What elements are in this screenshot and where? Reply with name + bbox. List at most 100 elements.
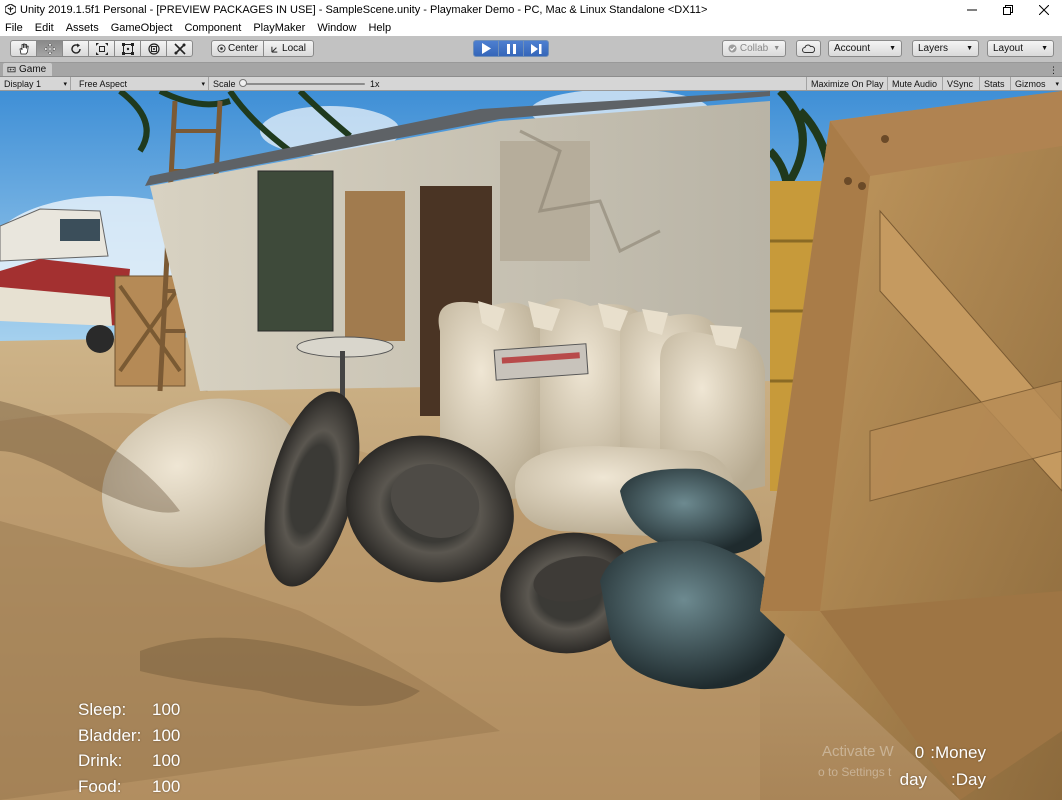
account-dropdown[interactable]: Account ▼ <box>828 40 902 57</box>
menu-help[interactable]: Help <box>362 22 397 34</box>
account-group: Account ▼ <box>828 40 902 57</box>
tab-menu-icon[interactable]: ⋮ <box>1049 65 1058 76</box>
hud-stat-value: 100 <box>152 751 181 770</box>
pivot-toggles: Center Local <box>211 40 314 57</box>
hud-day: day :Day <box>900 766 986 793</box>
account-label: Account <box>834 43 871 54</box>
game-view-icon <box>7 66 16 72</box>
hud-stat-label: Sleep: <box>78 700 127 719</box>
hud-economy-panel: 0 :Money day :Day <box>900 739 986 793</box>
display-dropdown[interactable]: Display 1 ▾ <box>0 77 71 90</box>
play-icon[interactable] <box>473 40 499 57</box>
local-space-icon <box>271 46 278 53</box>
move-tool-icon[interactable] <box>36 40 63 57</box>
hud-stat-value: 100 <box>152 700 181 719</box>
checkmark-icon <box>728 44 737 53</box>
menu-window[interactable]: Window <box>311 22 362 34</box>
hud-stat-sleep: Sleep: 100 <box>78 697 180 723</box>
tab-game-label: Game <box>19 64 47 75</box>
chevron-down-icon: ▼ <box>889 45 896 52</box>
minimize-icon[interactable] <box>954 0 990 19</box>
aspect-label: Free Aspect <box>79 78 128 89</box>
game-viewport[interactable]: Sleep: 100 Bladder: 100 Drink: 100 Food:… <box>0 91 1062 800</box>
transform-tools <box>10 40 193 57</box>
menu-gameobject[interactable]: GameObject <box>105 22 179 34</box>
pivot-space-button[interactable]: Local <box>263 40 314 57</box>
center-pivot-icon <box>217 44 226 53</box>
menu-playmaker[interactable]: PlayMaker <box>247 22 311 34</box>
scale-tool-icon[interactable] <box>88 40 115 57</box>
main-toolbar: Center Local Collab ▼ Account ▼ Layers ▼… <box>0 36 1062 63</box>
money-value: 0 <box>914 743 925 762</box>
stats-toggle[interactable]: Stats <box>980 77 1011 90</box>
game-scene <box>0 91 1062 800</box>
hand-tool-icon[interactable] <box>10 40 37 57</box>
scale-label: Scale <box>213 78 236 89</box>
layers-dropdown[interactable]: Layers ▼ <box>912 40 979 57</box>
hud-stat-drink: Drink: 100 <box>78 748 180 774</box>
hud-stat-label: Bladder: <box>78 725 142 745</box>
scale-slider-track[interactable] <box>241 83 365 85</box>
window-title: Unity 2019.1.5f1 Personal - [PREVIEW PAC… <box>20 3 708 16</box>
gizmos-label: Gizmos <box>1015 78 1046 89</box>
chevron-down-icon: ▾ <box>1055 80 1059 88</box>
layout-label: Layout <box>993 43 1024 54</box>
layers-group: Layers ▼ <box>912 40 979 57</box>
step-icon[interactable] <box>523 40 549 57</box>
vsync-toggle[interactable]: VSync <box>943 77 980 90</box>
menu-bar: File Edit Assets GameObject Component Pl… <box>0 19 1062 36</box>
maximize-icon[interactable] <box>990 0 1026 19</box>
layout-group: Layout ▼ <box>987 40 1054 57</box>
pivot-mode-button[interactable]: Center <box>211 40 264 57</box>
cloud-group <box>796 40 821 57</box>
play-controls <box>473 40 549 57</box>
game-view-controls: Display 1 ▾ Free Aspect ▾ Scale 1x Maxim… <box>0 77 1062 91</box>
menu-assets[interactable]: Assets <box>60 22 105 34</box>
pause-icon[interactable] <box>498 40 524 57</box>
collab-group: Collab ▼ <box>722 40 786 57</box>
money-label: :Money <box>930 743 986 762</box>
scale-slider-thumb[interactable] <box>239 79 247 87</box>
hud-money: 0 :Money <box>900 739 986 766</box>
chevron-updown-icon: ▾ <box>201 80 205 88</box>
transform-tool-icon[interactable] <box>140 40 167 57</box>
chevron-updown-icon: ▾ <box>63 80 67 88</box>
hud-stats-panel: Sleep: 100 Bladder: 100 Drink: 100 Food:… <box>78 697 180 799</box>
collab-label: Collab <box>739 43 769 54</box>
menu-file[interactable]: File <box>0 22 29 34</box>
tab-bar: Game ⋮ <box>0 63 1062 77</box>
pivot-space-label: Local <box>282 43 306 54</box>
close-icon[interactable] <box>1026 0 1062 19</box>
scale-value: 1x <box>370 78 380 89</box>
layers-label: Layers <box>918 43 949 54</box>
display-label: Display 1 <box>4 78 42 89</box>
rect-tool-icon[interactable] <box>114 40 141 57</box>
menu-edit[interactable]: Edit <box>29 22 60 34</box>
layout-dropdown[interactable]: Layout ▼ <box>987 40 1054 57</box>
title-bar: Unity 2019.1.5f1 Personal - [PREVIEW PAC… <box>0 0 1062 19</box>
maximize-on-play-toggle[interactable]: Maximize On Play <box>806 77 888 90</box>
hud-stat-value: 100 <box>152 725 181 745</box>
cloud-icon[interactable] <box>796 40 821 57</box>
hud-stat-label: Food: <box>78 776 122 796</box>
collab-button[interactable]: Collab ▼ <box>722 40 786 57</box>
gizmos-dropdown[interactable]: Gizmos ▾ <box>1011 77 1062 90</box>
hud-stat-value: 100 <box>152 776 181 796</box>
hud-stat-bladder: Bladder: 100 <box>78 723 180 749</box>
day-label: :Day <box>951 770 986 789</box>
activate-windows-watermark: Activate W o to Settings t <box>818 742 894 782</box>
unity-logo-icon <box>4 4 16 16</box>
chevron-down-icon: ▼ <box>773 45 781 52</box>
aspect-dropdown[interactable]: Free Aspect ▾ <box>75 77 209 90</box>
hud-stat-label: Drink: <box>78 751 123 770</box>
pivot-mode-label: Center <box>227 43 258 54</box>
tab-game[interactable]: Game <box>3 63 53 76</box>
mute-audio-toggle[interactable]: Mute Audio <box>888 77 943 90</box>
rotate-tool-icon[interactable] <box>62 40 89 57</box>
chevron-down-icon: ▼ <box>966 45 973 52</box>
hud-stat-food: Food: 100 <box>78 774 180 800</box>
custom-tool-icon[interactable] <box>166 40 193 57</box>
menu-component[interactable]: Component <box>178 22 247 34</box>
watermark-line1: Activate W <box>822 743 894 760</box>
watermark-line2: o to Settings t <box>818 765 892 779</box>
